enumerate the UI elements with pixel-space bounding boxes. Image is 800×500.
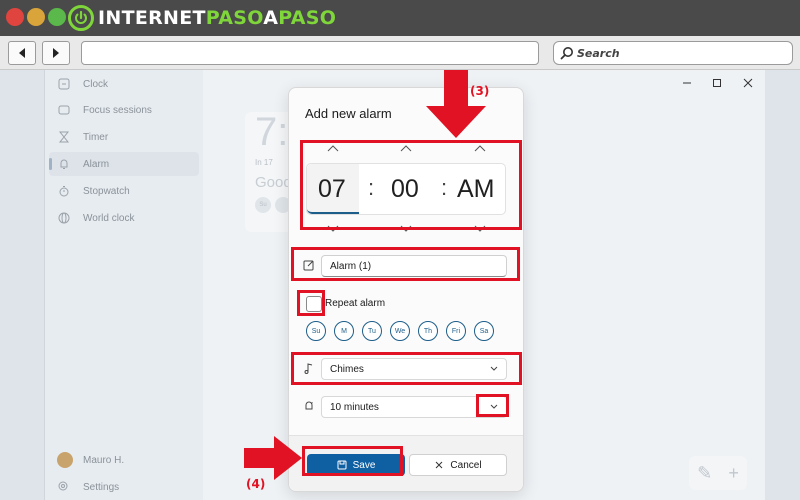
day-toggle-su[interactable]: Su xyxy=(306,321,326,341)
settings-button[interactable]: Settings xyxy=(57,480,119,495)
address-bar[interactable] xyxy=(81,41,539,65)
settings-label: Settings xyxy=(83,482,120,493)
power-icon xyxy=(68,5,94,31)
gear-icon xyxy=(57,480,71,495)
highlight-save-button xyxy=(302,446,403,476)
background-day-chip: Su xyxy=(255,197,271,213)
sidebar-item-clock[interactable]: Clock xyxy=(49,72,199,96)
sidebar-item-stopwatch[interactable]: Stopwatch xyxy=(49,179,199,203)
stopwatch-icon xyxy=(57,184,71,198)
step-4-label: (4) xyxy=(246,477,266,491)
search-icon xyxy=(560,47,573,60)
site-logo: INTERNETPASOAPASO xyxy=(68,4,336,32)
hourglass-icon xyxy=(57,130,71,144)
day-toggle-sa[interactable]: Sa xyxy=(474,321,494,341)
search-label: Search xyxy=(577,46,620,60)
profile-button[interactable]: Mauro H. xyxy=(57,452,124,468)
minimize-button[interactable] xyxy=(679,76,695,90)
browser-toolbar: Search xyxy=(0,36,800,70)
day-toggle-tu[interactable]: Tu xyxy=(362,321,382,341)
close-icon xyxy=(743,78,753,88)
sidebar-item-focus-sessions[interactable]: Focus sessions xyxy=(49,98,199,122)
sidebar-item-label: Timer xyxy=(83,131,109,143)
avatar xyxy=(57,452,73,468)
step-3-label: (3) xyxy=(470,84,490,98)
highlight-alarm-name xyxy=(291,247,520,281)
minimize-icon xyxy=(683,82,691,84)
day-toggle-m[interactable]: M xyxy=(334,321,354,341)
maximize-icon xyxy=(713,79,721,87)
day-toggle-th[interactable]: Th xyxy=(418,321,438,341)
sidebar-item-world-clock[interactable]: World clock xyxy=(49,206,199,230)
back-button[interactable] xyxy=(8,41,36,65)
close-button[interactable] xyxy=(740,76,756,90)
day-toggle-we[interactable]: We xyxy=(390,321,410,341)
sidebar-item-label: World clock xyxy=(83,212,135,224)
add-icon[interactable]: + xyxy=(728,463,739,484)
logo-text-a: A xyxy=(263,7,279,29)
highlight-snooze-caret xyxy=(476,394,509,417)
highlight-repeat-checkbox xyxy=(297,290,325,316)
maximize-window-button[interactable] xyxy=(48,8,66,26)
browser-titlebar: INTERNETPASOAPASO xyxy=(0,0,800,36)
sidebar-item-label: Alarm xyxy=(83,158,110,170)
sidebar-item-label: Focus sessions xyxy=(83,104,152,116)
cancel-label: Cancel xyxy=(450,459,482,471)
background-greeting: Good xyxy=(255,174,292,191)
globe-icon xyxy=(57,211,71,225)
snooze-icon: z xyxy=(305,400,313,410)
logo-text-paso: PASO xyxy=(205,7,264,29)
snooze-value: 10 minutes xyxy=(330,402,379,413)
app-sidebar: Clock Focus sessions Timer Alarm Stopwat… xyxy=(45,70,203,500)
background-subtext: In 17 xyxy=(255,158,273,167)
dialog-title: Add new alarm xyxy=(305,106,392,121)
highlight-time-picker xyxy=(300,140,522,230)
logo-text-internet: INTERNET xyxy=(98,7,206,29)
sidebar-item-label: Stopwatch xyxy=(83,185,130,197)
pencil-icon[interactable]: ✎ xyxy=(697,463,712,484)
cancel-button[interactable]: Cancel xyxy=(409,454,507,476)
day-toggle-fri[interactable]: Fri xyxy=(446,321,466,341)
maximize-button[interactable] xyxy=(709,76,725,90)
sidebar-item-timer[interactable]: Timer xyxy=(49,125,199,149)
edit-add-toolbar: ✎ + xyxy=(689,456,747,490)
browser-search-box[interactable]: Search xyxy=(553,41,793,65)
focus-icon xyxy=(57,103,71,117)
down-arrow-icon xyxy=(426,70,486,138)
clock-icon xyxy=(57,77,71,91)
right-arrow-icon xyxy=(244,436,302,480)
sidebar-item-label: Clock xyxy=(83,78,109,90)
close-window-button[interactable] xyxy=(6,8,24,26)
svg-text:z: z xyxy=(311,400,313,405)
background-clock-text: 7: xyxy=(255,110,289,154)
minimize-window-button[interactable] xyxy=(27,8,45,26)
repeat-alarm-label: Repeat alarm xyxy=(325,298,386,309)
profile-name: Mauro H. xyxy=(83,454,125,466)
forward-button[interactable] xyxy=(42,41,70,65)
forward-arrow-icon xyxy=(53,48,59,58)
bell-icon xyxy=(57,157,71,171)
close-icon xyxy=(436,461,443,469)
sidebar-item-alarm[interactable]: Alarm xyxy=(49,152,199,176)
logo-text-paso-2: PASO xyxy=(278,7,337,29)
highlight-sound xyxy=(291,352,522,385)
back-arrow-icon xyxy=(19,48,25,58)
